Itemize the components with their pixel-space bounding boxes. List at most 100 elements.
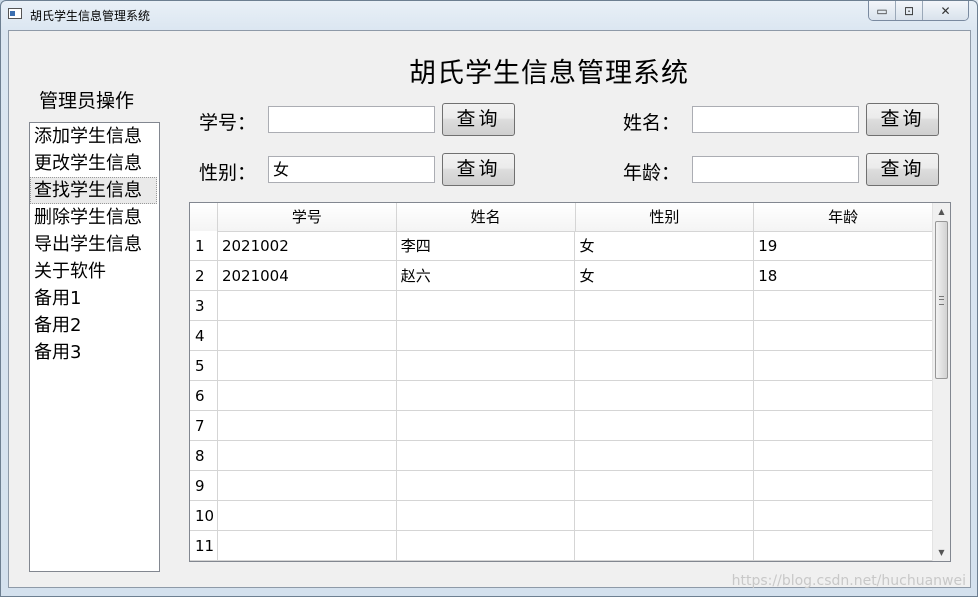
query-name-button[interactable]: 查询 bbox=[866, 103, 939, 136]
table-row[interactable]: 7 bbox=[190, 411, 933, 441]
table-cell-student-id[interactable] bbox=[217, 501, 397, 531]
close-button[interactable]: ✕ bbox=[923, 1, 968, 20]
table-corner[interactable] bbox=[190, 203, 218, 231]
name-label: 姓名： bbox=[623, 112, 681, 134]
gender-input[interactable]: 女 bbox=[268, 156, 435, 183]
row-header[interactable]: 4 bbox=[190, 321, 218, 351]
table-cell-name[interactable]: 赵六 bbox=[396, 261, 576, 291]
row-header[interactable]: 10 bbox=[190, 501, 218, 531]
table-cell-name[interactable] bbox=[396, 411, 576, 441]
table-cell-gender[interactable] bbox=[575, 411, 755, 441]
row-header[interactable]: 3 bbox=[190, 291, 218, 321]
table-scrollbar[interactable]: ▲ ▼ bbox=[932, 203, 950, 561]
table-cell-student-id[interactable] bbox=[217, 351, 397, 381]
table-cell-age[interactable]: 19 bbox=[754, 231, 933, 261]
query-id-button[interactable]: 查询 bbox=[442, 103, 515, 136]
row-header[interactable]: 6 bbox=[190, 381, 218, 411]
table-cell-age[interactable] bbox=[754, 441, 933, 471]
table-row[interactable]: 5 bbox=[190, 351, 933, 381]
column-header-student-id[interactable]: 学号 bbox=[218, 203, 397, 231]
table-cell-gender[interactable]: 女 bbox=[575, 261, 755, 291]
table-cell-student-id[interactable]: 2021002 bbox=[217, 231, 397, 261]
table-cell-student-id[interactable]: 2021004 bbox=[217, 261, 397, 291]
sidebar-item-spare-2[interactable]: 备用2 bbox=[30, 312, 159, 339]
table-cell-gender[interactable] bbox=[575, 321, 755, 351]
table-row[interactable]: 2 2021004 赵六女 18 bbox=[190, 261, 933, 291]
age-input[interactable] bbox=[692, 156, 859, 183]
table-cell-gender[interactable] bbox=[575, 291, 755, 321]
table-row[interactable]: 1 2021002 李四女 19 bbox=[190, 231, 933, 261]
maximize-button[interactable]: ⊡ bbox=[896, 1, 923, 20]
student-id-input[interactable] bbox=[268, 106, 435, 133]
table-cell-gender[interactable] bbox=[575, 381, 755, 411]
row-header[interactable]: 11 bbox=[190, 531, 218, 561]
row-header[interactable]: 7 bbox=[190, 411, 218, 441]
table-cell-age[interactable] bbox=[754, 381, 933, 411]
sidebar-item-export[interactable]: 导出学生信息 bbox=[30, 231, 159, 258]
column-header-age[interactable]: 年龄 bbox=[754, 203, 934, 231]
table-cell-student-id[interactable] bbox=[217, 381, 397, 411]
sidebar-item-delete[interactable]: 删除学生信息 bbox=[30, 204, 159, 231]
table-cell-name[interactable]: 李四 bbox=[396, 231, 576, 261]
row-header[interactable]: 1 bbox=[190, 231, 218, 261]
table-cell-age[interactable] bbox=[754, 351, 933, 381]
table-row[interactable]: 4 bbox=[190, 321, 933, 351]
sidebar-item-about[interactable]: 关于软件 bbox=[30, 258, 159, 285]
row-header[interactable]: 5 bbox=[190, 351, 218, 381]
table-cell-student-id[interactable] bbox=[217, 411, 397, 441]
table-cell-age[interactable] bbox=[754, 321, 933, 351]
sidebar-item-spare-3[interactable]: 备用3 bbox=[30, 339, 159, 366]
table-cell-age[interactable] bbox=[754, 471, 933, 501]
table-cell-age[interactable] bbox=[754, 291, 933, 321]
table-cell-gender[interactable] bbox=[575, 351, 755, 381]
table-cell-gender[interactable] bbox=[575, 531, 755, 561]
table-cell-age[interactable]: 18 bbox=[754, 261, 933, 291]
column-header-name[interactable]: 姓名 bbox=[397, 203, 576, 231]
table-cell-age[interactable] bbox=[754, 501, 933, 531]
table-row[interactable]: 6 bbox=[190, 381, 933, 411]
table-cell-student-id[interactable] bbox=[217, 531, 397, 561]
table-cell-student-id[interactable] bbox=[217, 471, 397, 501]
table-cell-name[interactable] bbox=[396, 291, 576, 321]
table-cell-gender[interactable] bbox=[575, 501, 755, 531]
table-cell-gender[interactable] bbox=[575, 441, 755, 471]
table-cell-student-id[interactable] bbox=[217, 291, 397, 321]
table-cell-name[interactable] bbox=[396, 321, 576, 351]
table-cell-student-id[interactable] bbox=[217, 321, 397, 351]
table-cell-name[interactable] bbox=[396, 531, 576, 561]
name-input[interactable] bbox=[692, 106, 859, 133]
table-cell-gender[interactable]: 女 bbox=[575, 231, 755, 261]
table-cell-student-id[interactable] bbox=[217, 441, 397, 471]
row-header[interactable]: 9 bbox=[190, 471, 218, 501]
table-cell-name[interactable] bbox=[396, 351, 576, 381]
table-cell-gender[interactable] bbox=[575, 471, 755, 501]
table-cell-name[interactable] bbox=[396, 471, 576, 501]
table-cell-name[interactable] bbox=[396, 441, 576, 471]
table-row[interactable]: 3 bbox=[190, 291, 933, 321]
row-header[interactable]: 8 bbox=[190, 441, 218, 471]
student-id-label: 学号： bbox=[199, 112, 257, 134]
column-header-gender[interactable]: 性别 bbox=[576, 203, 755, 231]
sidebar-item-search[interactable]: 查找学生信息 bbox=[30, 177, 157, 204]
row-header[interactable]: 2 bbox=[190, 261, 218, 291]
sidebar-item-spare-1[interactable]: 备用1 bbox=[30, 285, 159, 312]
scrollbar-thumb[interactable] bbox=[935, 221, 948, 379]
operation-list[interactable]: 添加学生信息 更改学生信息 查找学生信息 删除学生信息 导出学生信息 关于软件 … bbox=[29, 122, 160, 572]
sidebar-item-update[interactable]: 更改学生信息 bbox=[30, 150, 159, 177]
table-cell-name[interactable] bbox=[396, 501, 576, 531]
table-row[interactable]: 9 bbox=[190, 471, 933, 501]
table-row[interactable]: 10 bbox=[190, 501, 933, 531]
title-bar[interactable]: 胡氏学生信息管理系统 ▭ ⊡ ✕ bbox=[1, 1, 977, 29]
scroll-down-icon[interactable]: ▼ bbox=[933, 544, 950, 561]
minimize-button[interactable]: ▭ bbox=[869, 1, 896, 20]
query-age-button[interactable]: 查询 bbox=[866, 153, 939, 186]
table-cell-age[interactable] bbox=[754, 411, 933, 441]
query-gender-button[interactable]: 查询 bbox=[442, 153, 515, 186]
scroll-up-icon[interactable]: ▲ bbox=[933, 203, 950, 220]
sidebar-item-add[interactable]: 添加学生信息 bbox=[30, 123, 159, 150]
table-row[interactable]: 8 bbox=[190, 441, 933, 471]
student-table[interactable]: 学号 姓名 性别 年龄 1 2021002 李四女 19 2 2021004 赵六女 18 3 4… bbox=[189, 202, 951, 562]
table-cell-age[interactable] bbox=[754, 531, 933, 561]
table-row[interactable]: 11 bbox=[190, 531, 933, 561]
table-cell-name[interactable] bbox=[396, 381, 576, 411]
